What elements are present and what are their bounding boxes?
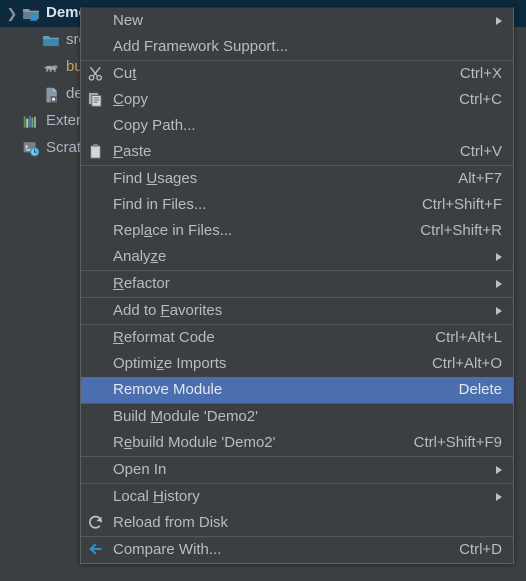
scissors-icon <box>87 65 109 83</box>
menu-item-open-in[interactable]: Open In <box>81 457 513 483</box>
menu-icon-spacer <box>87 196 109 214</box>
menu-item-new[interactable]: New <box>81 8 513 34</box>
menu-icon-spacer <box>87 275 109 293</box>
menu-item-remove-module[interactable]: Remove Module Delete <box>81 377 513 403</box>
project-context-menu[interactable]: New Add Framework Support... Cut Ctrl+X Copy… <box>80 7 514 564</box>
copy-icon <box>87 91 109 109</box>
menu-item-shortcut: Ctrl+C <box>459 91 502 108</box>
chevron-right-icon[interactable]: ❯ <box>2 7 22 20</box>
menu-icon-spacer <box>87 329 109 347</box>
menu-item-cut[interactable]: Cut Ctrl+X <box>81 61 513 87</box>
menu-icon-spacer <box>87 222 109 240</box>
menu-item-add-framework-support[interactable]: Add Framework Support... <box>81 34 513 60</box>
menu-item-reformat-code[interactable]: Reformat Code Ctrl+Alt+L <box>81 325 513 351</box>
menu-item-label: Local History <box>113 488 478 505</box>
menu-item-optimize-imports[interactable]: Optimize Imports Ctrl+Alt+O <box>81 351 513 377</box>
menu-item-label: Remove Module <box>113 381 439 398</box>
menu-item-label: Copy <box>113 91 439 108</box>
menu-item-shortcut: Ctrl+Shift+F9 <box>414 434 502 451</box>
external-libraries-icon <box>22 113 40 131</box>
scratches-consoles-icon <box>22 140 40 158</box>
ide-window: ❯Demo2srcbuild.gradledemo2.imlExternal L… <box>0 0 526 581</box>
menu-item-shortcut: Delete <box>459 381 502 398</box>
menu-item-label: Build Module 'Demo2' <box>113 408 502 425</box>
menu-icon-spacer <box>87 170 109 188</box>
menu-item-shortcut: Ctrl+Alt+O <box>432 355 502 372</box>
submenu-arrow-icon <box>496 493 502 501</box>
menu-item-label: Rebuild Module 'Demo2' <box>113 434 394 451</box>
menu-icon-spacer <box>87 117 109 135</box>
menu-item-label: New <box>113 12 478 29</box>
menu-icon-spacer <box>87 248 109 266</box>
menu-icon-spacer <box>87 381 109 399</box>
gradle-elephant-icon <box>42 59 60 77</box>
menu-item-build-module-demo2[interactable]: Build Module 'Demo2' <box>81 404 513 430</box>
menu-item-compare-with[interactable]: Compare With... Ctrl+D <box>81 537 513 563</box>
menu-icon-spacer <box>87 488 109 506</box>
menu-icon-spacer <box>87 12 109 30</box>
menu-item-shortcut: Ctrl+Shift+R <box>420 222 502 239</box>
menu-item-label: Find in Files... <box>113 196 402 213</box>
menu-icon-spacer <box>87 461 109 479</box>
menu-item-label: Refactor <box>113 275 478 292</box>
menu-item-shortcut: Ctrl+D <box>459 541 502 558</box>
menu-icon-spacer <box>87 434 109 452</box>
menu-item-shortcut: Ctrl+V <box>460 143 502 160</box>
submenu-arrow-icon <box>496 307 502 315</box>
reload-icon <box>87 514 109 532</box>
menu-item-shortcut: Alt+F7 <box>458 170 502 187</box>
menu-item-copy[interactable]: Copy Ctrl+C <box>81 87 513 113</box>
menu-icon-spacer <box>87 38 109 56</box>
submenu-arrow-icon <box>496 466 502 474</box>
menu-item-refactor[interactable]: Refactor <box>81 271 513 297</box>
menu-item-label: Add Framework Support... <box>113 38 502 55</box>
menu-item-copy-path[interactable]: Copy Path... <box>81 113 513 139</box>
menu-item-label: Optimize Imports <box>113 355 412 372</box>
menu-item-replace-in-files[interactable]: Replace in Files... Ctrl+Shift+R <box>81 218 513 244</box>
menu-item-rebuild-module-demo2[interactable]: Rebuild Module 'Demo2' Ctrl+Shift+F9 <box>81 430 513 456</box>
clipboard-paste-icon <box>87 143 109 161</box>
menu-item-shortcut: Ctrl+X <box>460 65 502 82</box>
menu-item-label: Replace in Files... <box>113 222 400 239</box>
menu-item-paste[interactable]: Paste Ctrl+V <box>81 139 513 165</box>
menu-item-find-in-files[interactable]: Find in Files... Ctrl+Shift+F <box>81 192 513 218</box>
submenu-arrow-icon <box>496 253 502 261</box>
menu-item-label: Cut <box>113 65 440 82</box>
menu-item-label: Copy Path... <box>113 117 502 134</box>
menu-item-label: Analyze <box>113 248 478 265</box>
module-folder-icon <box>22 5 40 23</box>
folder-icon <box>42 32 60 50</box>
menu-item-shortcut: Ctrl+Alt+L <box>435 329 502 346</box>
menu-item-local-history[interactable]: Local History <box>81 484 513 510</box>
menu-item-find-usages[interactable]: Find Usages Alt+F7 <box>81 166 513 192</box>
menu-item-add-to-favorites[interactable]: Add to Favorites <box>81 298 513 324</box>
menu-item-analyze[interactable]: Analyze <box>81 244 513 270</box>
menu-item-label: Paste <box>113 143 440 160</box>
compare-arrow-icon <box>87 541 109 559</box>
menu-item-label: Compare With... <box>113 541 439 558</box>
submenu-arrow-icon <box>496 280 502 288</box>
menu-item-label: Reformat Code <box>113 329 415 346</box>
menu-icon-spacer <box>87 355 109 373</box>
menu-icon-spacer <box>87 302 109 320</box>
submenu-arrow-icon <box>496 17 502 25</box>
menu-item-label: Open In <box>113 461 478 478</box>
menu-item-shortcut: Ctrl+Shift+F <box>422 196 502 213</box>
iml-module-file-icon <box>42 86 60 104</box>
menu-item-label: Find Usages <box>113 170 438 187</box>
menu-item-label: Reload from Disk <box>113 514 502 531</box>
menu-item-label: Add to Favorites <box>113 302 478 319</box>
menu-icon-spacer <box>87 408 109 426</box>
menu-item-reload-from-disk[interactable]: Reload from Disk <box>81 510 513 536</box>
